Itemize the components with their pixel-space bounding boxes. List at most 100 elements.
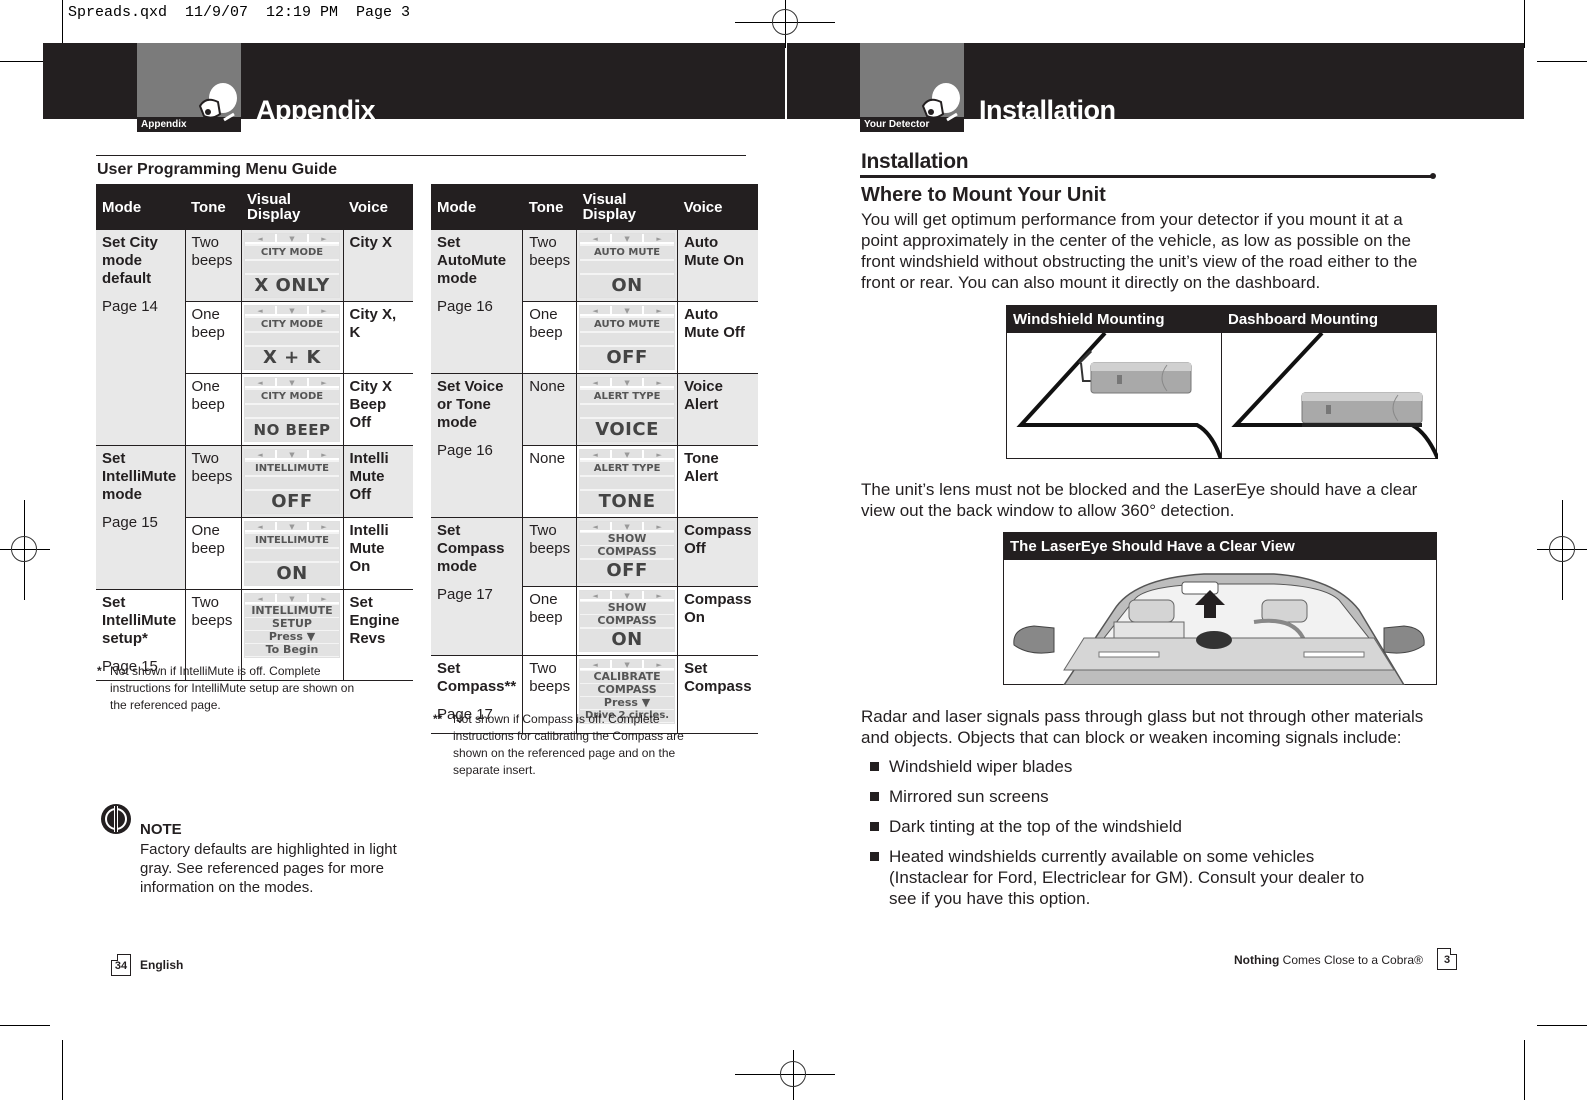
paragraph-mounting: You will get optimum performance from yo… [861,210,1418,292]
lcd-arrow-row: ◄ ▼ ► [245,234,339,244]
lcd-line: To Begin [245,644,339,656]
right-arrow-icon: ► [321,307,327,315]
down-arrow-icon: ▼ [277,522,309,531]
col-mode: Mode [96,184,185,230]
guide-rule [96,155,746,156]
windshield-mounting-illustration [1016,333,1221,459]
voice-cell: Voice Alert [677,373,758,446]
mode-cell: Set IntelliMute mode Page 15 [96,445,185,590]
list-item-text: Dark tinting at the top of the windshiel… [889,817,1182,836]
visual-display-cell: ◄ ▼ ► SHOW COMPASS ON [576,586,678,656]
lcd-line [580,405,675,417]
right-arrow-icon: ► [656,307,662,315]
right-arrow-icon: ► [321,379,327,387]
left-page-title: Appendix [256,95,376,119]
footnote-mark: ** [433,712,443,726]
lcd-arrow-row: ◄ ▼ ► [580,378,675,388]
down-arrow-icon: ▼ [612,234,645,243]
footer-language: English [140,958,184,972]
table-row: Set Voice or Tone mode Page 16 None ◄ ▼ ► ALER… [431,373,758,518]
lcd-arrow-row: ◄ ▼ ► [245,450,339,460]
right-arrow-icon: ► [656,592,662,600]
lcd-line: ALERT TYPE [580,390,675,403]
left-arrow-icon: ◄ [580,522,613,531]
tagline-bold: Nothing [1234,953,1280,967]
tone-cell: One beep [522,301,577,374]
right-arrow-icon: ► [656,661,662,669]
right-arrow-icon: ► [656,523,662,531]
lcd-line: INTELLIMUTE [245,462,339,475]
table-row: Set IntelliMute mode Page 15 Two beeps ◄ ▼ ► I… [96,445,413,590]
mode-name: Set Voice or Tone mode [437,378,504,431]
lcd-line: COMPASS [580,684,675,696]
right-arrow-icon: ► [321,451,327,459]
lcd-value: ON [580,275,675,297]
lcd-line: AUTO MUTE [580,246,675,259]
page-reference: Page 14 [102,298,158,315]
footnote-text: Not shown if Compass is off. Complete in… [453,712,684,777]
visual-display-cell: ◄ ▼ ► AUTO MUTE OFF [576,301,678,374]
down-arrow-icon: ▼ [612,660,645,669]
list-item-text: Heated windshields currently available o… [889,847,1365,908]
mode-name: Set City mode default [102,234,158,287]
dashboard-mounting-illustration [1231,333,1438,459]
lcd-value: ON [245,563,339,585]
lcd-display: ◄ ▼ ► ALERT TYPE TONE [579,449,676,514]
left-arrow-icon: ◄ [245,306,277,315]
tone-cell: Two beeps [184,445,241,518]
voice-cell: Auto Mute On [677,230,758,302]
lcd-line: COMPASS [580,615,675,627]
right-arrow-icon: ► [321,523,327,531]
left-arrow-icon: ◄ [580,660,613,669]
section-rule [860,175,1432,178]
bullet-square-icon [870,762,879,771]
visual-display-cell: ◄ ▼ ► CITY MODE NO BEEP [240,373,343,446]
lcd-display: ◄ ▼ ► CITY MODE NO BEEP [244,377,340,442]
page-reference: Page 17 [437,586,493,603]
lcd-line: CITY MODE [245,246,339,259]
label-windshield-mounting: Windshield Mounting [1013,311,1165,328]
left-arrow-icon: ◄ [245,378,277,387]
lcd-line [245,405,339,417]
mode-name: Set IntelliMute mode [102,450,177,503]
lcd-display: ◄ ▼ ► AUTO MUTE OFF [579,305,676,370]
lcd-value: TONE [580,491,675,513]
lcd-line: INTELLIMUTE [245,605,339,617]
mode-cell: Set City mode default Page 14 [96,230,185,446]
lcd-line: CITY MODE [245,318,339,331]
lcd-arrow-row: ◄ ▼ ► [245,594,339,604]
lcd-display: ◄ ▼ ► SHOW COMPASS OFF [579,521,676,583]
visual-display-cell: ◄ ▼ ► INTELLIMUTE OFF [240,445,343,518]
list-item-text: Mirrored sun screens [889,787,1049,806]
table-body: Set AutoMute mode Page 16 Two beeps ◄ ▼ ► AUTO… [431,230,758,734]
visual-display-cell: ◄ ▼ ► CITY MODE X + K [240,301,343,374]
figure-mounting: Windshield Mounting Dashboard Mounting [1006,305,1438,459]
down-arrow-icon: ▼ [277,378,309,387]
lcd-value: OFF [580,347,675,369]
figure-lasereye-header: The LaserEye Should Have a Clear View [1004,533,1436,560]
lcd-line [580,261,675,273]
mode-name: Set IntelliMute setup* [102,594,177,647]
lcd-line: Press ▼ [245,631,339,643]
right-arrow-icon: ► [656,451,662,459]
car-rear-view-illustration [1013,573,1425,685]
col-visual-display: Visual Display [241,184,343,230]
lcd-display: ◄ ▼ ► ALERT TYPE VOICE [579,377,676,442]
menu-table-left: Mode Tone Visual Display Voice Set City … [96,184,413,681]
lcd-display: ◄ ▼ ► CITY MODE X ONLY [244,233,340,298]
list-item: Dark tinting at the top of the windshiel… [861,816,1381,837]
footnote-intellimute: * Not shown if IntelliMute is off. Compl… [97,663,367,714]
col-mode: Mode [431,184,523,230]
left-arrow-icon: ◄ [580,378,613,387]
lcd-line [245,549,339,561]
lcd-line: SHOW [580,533,675,545]
visual-display-cell: ◄ ▼ ► INTELLIMUTE ON [240,517,343,590]
lcd-display: ◄ ▼ ► SHOW COMPASS ON [579,590,676,652]
lcd-line: SHOW [580,602,675,614]
lcd-line: ALERT TYPE [580,462,675,475]
section-title: Installation [861,150,969,173]
lcd-arrow-row: ◄ ▼ ► [580,234,675,244]
lcd-arrow-row: ◄ ▼ ► [580,306,675,316]
lcd-value: OFF [245,491,339,513]
lcd-value: NO BEEP [245,419,339,441]
